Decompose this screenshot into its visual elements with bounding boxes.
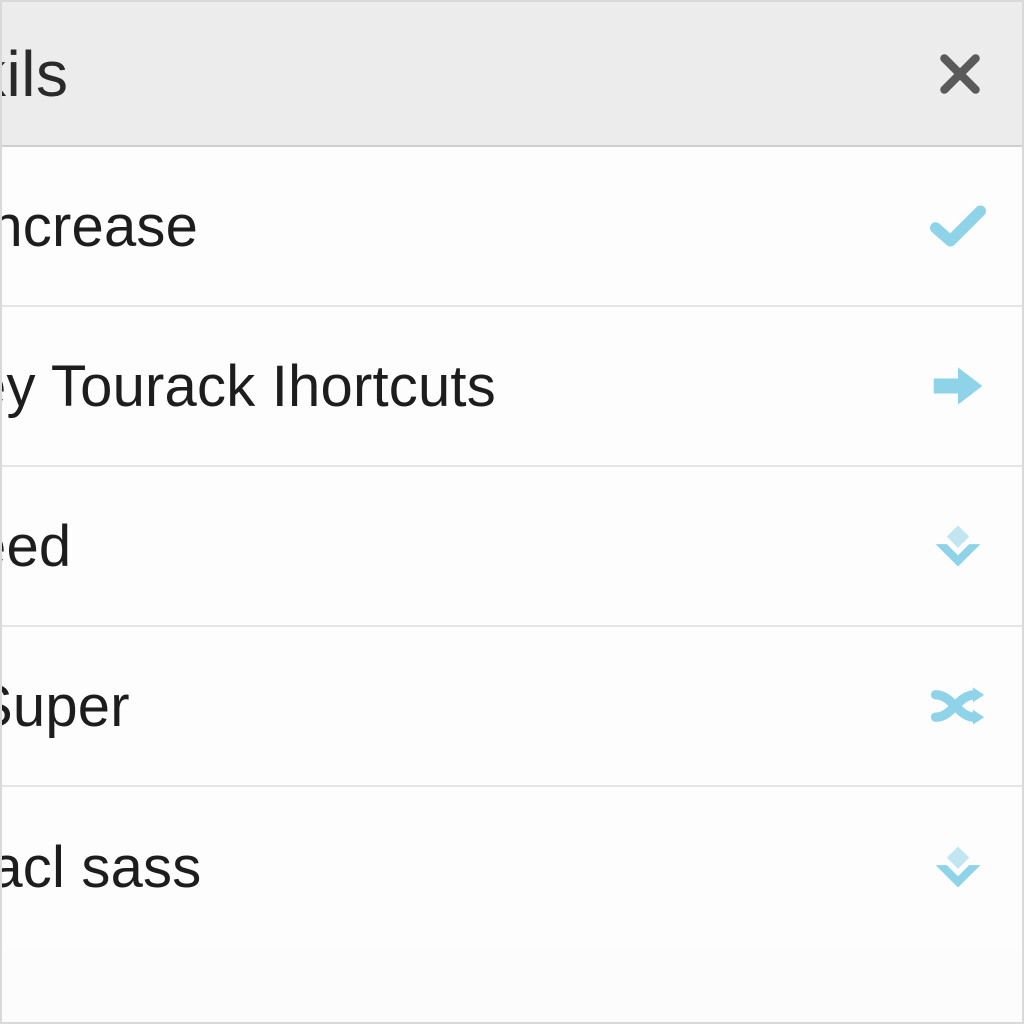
list: Increase ey Tourack Ihortcuts eed Super [2,147,1022,947]
list-item-label: Super [2,673,130,740]
list-item-label: eed [2,513,71,580]
list-item-label: Increase [2,193,198,260]
panel: kils Increase ey Tourack Ihortcuts eed [0,0,1024,1024]
list-item[interactable]: eed [2,467,1022,627]
list-item-label: ey Tourack Ihortcuts [2,353,496,420]
chevron-down-icon [928,516,988,576]
header-title: kils [2,37,68,111]
close-button[interactable] [932,46,988,102]
chevron-down-icon [928,837,988,897]
header: kils [2,2,1022,147]
list-item[interactable]: Super [2,627,1022,787]
check-icon [928,196,988,256]
list-item[interactable]: ey Tourack Ihortcuts [2,307,1022,467]
shuffle-icon [928,676,988,736]
list-item[interactable]: Increase [2,147,1022,307]
list-item-label: facl sass [2,834,201,901]
close-icon [937,51,983,97]
list-item[interactable]: facl sass [2,787,1022,947]
arrow-right-icon [928,356,988,416]
